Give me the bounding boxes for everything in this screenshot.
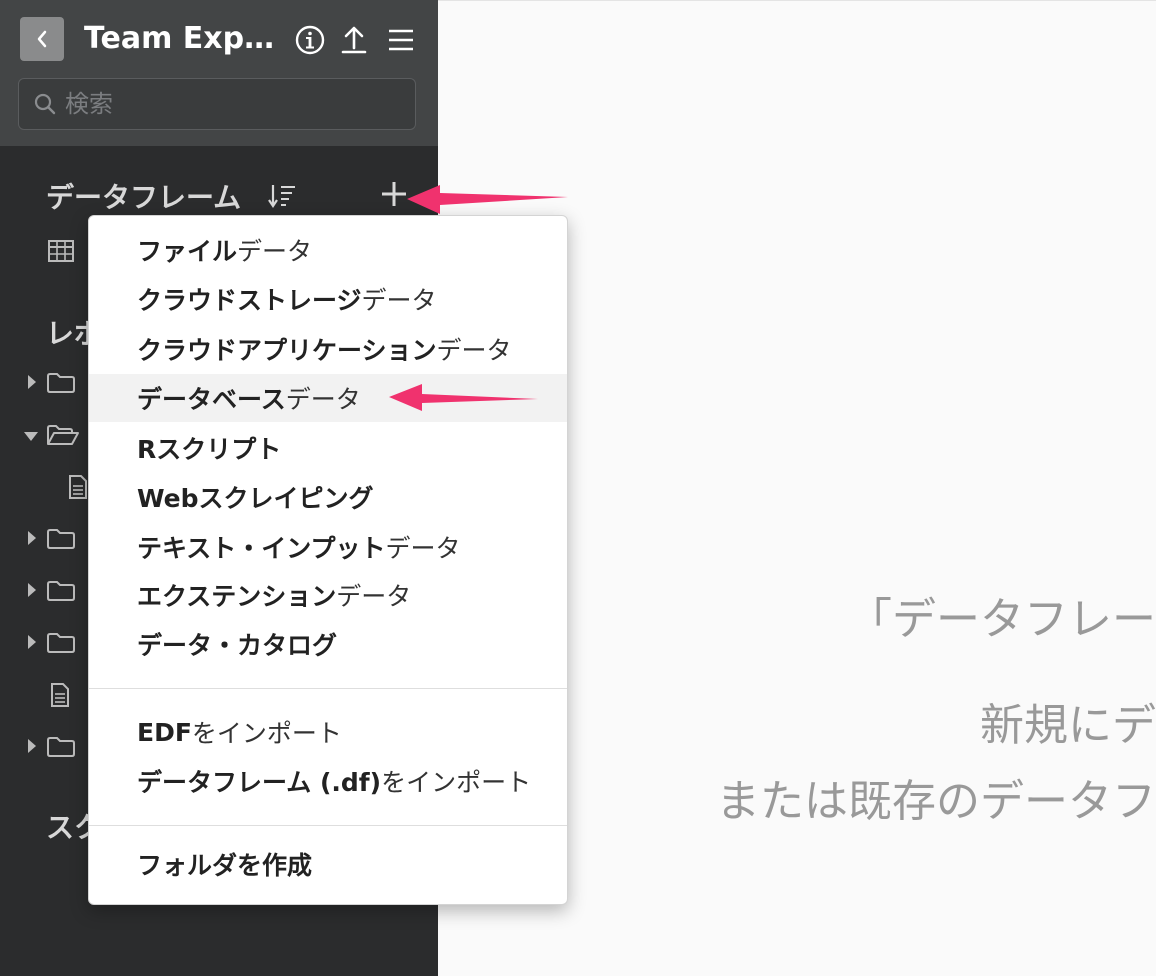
add-dataframe-menu: ファイル データ クラウドストレージ データ クラウドアプリケーション データ データ…: [88, 215, 568, 905]
folder-icon[interactable]: [46, 632, 76, 654]
caret-down-icon[interactable]: [23, 430, 39, 442]
menu-item-file-data[interactable]: ファイル データ: [89, 226, 567, 274]
empty-message-line2: 新規にデ: [980, 700, 1156, 751]
menu-item-import-edf[interactable]: EDF をインポート: [89, 708, 567, 756]
menu-item-extension-data[interactable]: エクステンション データ: [89, 571, 567, 619]
sidebar-header: Team Expl…: [0, 0, 438, 146]
menu-item-r-script[interactable]: Rスクリプト: [89, 424, 567, 472]
menu-item-web-scraping[interactable]: Webスクレイピング: [89, 473, 567, 521]
hamburger-icon[interactable]: [385, 24, 417, 56]
menu-item-create-folder[interactable]: フォルダを作成: [89, 840, 567, 888]
back-button[interactable]: [20, 17, 64, 61]
empty-message-line1: 「データフレー: [848, 594, 1156, 645]
caret-right-icon[interactable]: [26, 374, 38, 390]
search-icon: [34, 93, 56, 115]
menu-item-data-catalog[interactable]: データ・カタログ: [89, 620, 567, 668]
menu-item-import-df[interactable]: データフレーム (.df) をインポート: [89, 757, 567, 805]
empty-message-line3: または既存のデータフ: [716, 776, 1156, 827]
info-icon[interactable]: [294, 24, 326, 56]
table-icon: [48, 240, 74, 262]
menu-separator: [89, 688, 567, 689]
app-title: Team Expl…: [84, 21, 280, 56]
search-box[interactable]: [18, 78, 416, 130]
menu-item-text-input-data[interactable]: テキスト・インプット データ: [89, 523, 567, 571]
menu-separator: [89, 825, 567, 826]
folder-icon[interactable]: [46, 372, 76, 394]
search-input[interactable]: [65, 79, 405, 129]
menu-item-cloud-app-data[interactable]: クラウドアプリケーション データ: [89, 325, 567, 373]
document-icon[interactable]: [68, 474, 88, 500]
caret-right-icon[interactable]: [26, 634, 38, 650]
folder-icon[interactable]: [46, 580, 76, 602]
upload-icon[interactable]: [338, 24, 370, 56]
folder-open-icon[interactable]: [46, 424, 80, 446]
caret-right-icon[interactable]: [26, 530, 38, 546]
folder-icon[interactable]: [46, 736, 76, 758]
dataframes-section-title: データフレーム: [46, 181, 242, 214]
chevron-left-icon: [37, 30, 47, 48]
caret-right-icon[interactable]: [26, 582, 38, 598]
annotation-arrow-icon: [407, 185, 568, 214]
caret-right-icon[interactable]: [26, 738, 38, 754]
document-icon[interactable]: [50, 682, 70, 708]
annotation-arrow-icon: [389, 384, 538, 411]
menu-item-cloud-storage-data[interactable]: クラウドストレージ データ: [89, 275, 567, 323]
folder-icon[interactable]: [46, 528, 76, 550]
sort-icon[interactable]: [268, 182, 298, 210]
